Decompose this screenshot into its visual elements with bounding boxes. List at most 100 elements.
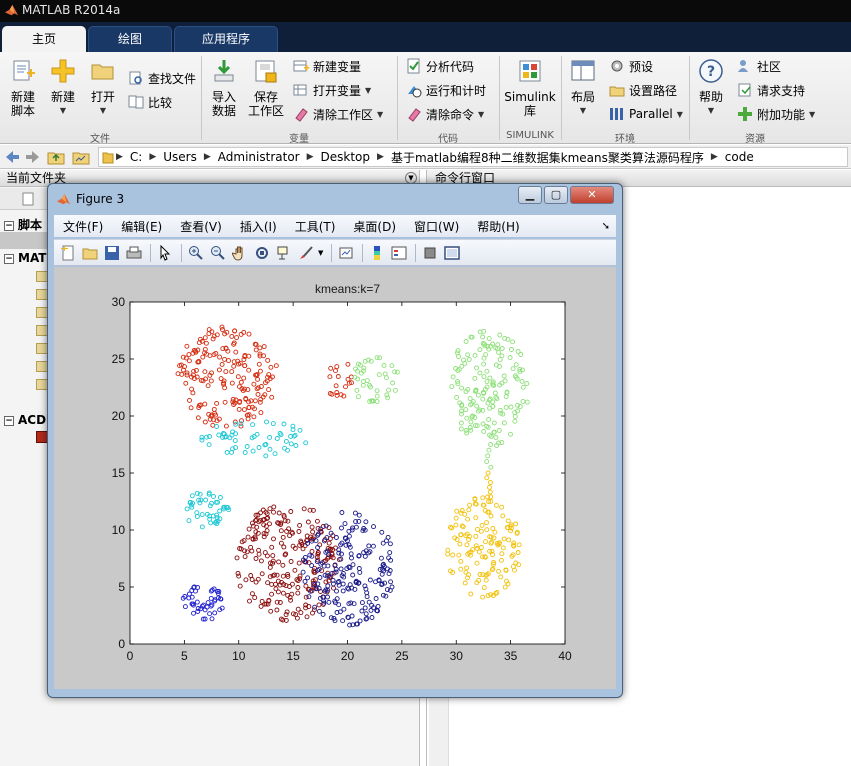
chevron-down-icon[interactable]: ▼ [318, 249, 323, 257]
tab-apps[interactable]: 应用程序 [174, 26, 278, 52]
breadcrumb-drive[interactable]: C: [125, 150, 147, 164]
help-icon: ? [699, 59, 723, 83]
tree-node-mat-label: MAT [18, 251, 47, 265]
brush-icon[interactable] [296, 243, 316, 263]
breadcrumb-administrator[interactable]: Administrator [213, 150, 305, 164]
import-data-button[interactable]: 导入 数据 [206, 58, 242, 118]
new-plus-icon [51, 59, 75, 83]
colorbar-icon[interactable] [367, 243, 387, 263]
show-plot-tools-icon[interactable] [442, 243, 462, 263]
group-label-resources: 资源 [745, 134, 765, 145]
save-label-2: 工作区 [247, 104, 284, 118]
group-label-variable: 变量 [289, 134, 309, 145]
open-file-icon[interactable] [80, 243, 100, 263]
pan-icon[interactable] [230, 243, 250, 263]
tree-node-acd-label: ACD [18, 413, 47, 427]
collapse-toggle-icon[interactable]: − [4, 415, 14, 426]
preferences-button[interactable]: 预设 [609, 56, 653, 76]
maximize-button[interactable]: ▢ [544, 186, 568, 204]
print-icon[interactable] [124, 243, 144, 263]
simulink-label-2: 库 [523, 104, 536, 118]
parallel-button[interactable]: Parallel ▼ [609, 104, 683, 124]
forward-arrow-icon[interactable] [24, 148, 42, 166]
up-folder-icon[interactable] [47, 148, 65, 166]
hide-plot-tools-icon[interactable] [420, 243, 440, 263]
dock-arrow-icon[interactable]: ➘ [602, 221, 610, 232]
folder-icon [102, 152, 114, 164]
save-icon[interactable] [102, 243, 122, 263]
clear-workspace-button[interactable]: 清除工作区 ▼ [293, 104, 383, 124]
rotate-icon[interactable] [252, 243, 272, 263]
run-and-time-icon [408, 86, 422, 98]
menu-view[interactable]: 查看(V) [171, 218, 231, 235]
window-title: MATLAB R2014a [22, 3, 121, 17]
address-bar: ▶ C: ▶ Users ▶ Administrator ▶ Desktop ▶… [0, 145, 851, 169]
help-button[interactable]: ? 帮助 ▼ [694, 58, 728, 118]
tab-home[interactable]: 主页 [2, 26, 86, 52]
group-divider [561, 56, 562, 140]
collapse-toggle-icon[interactable]: − [4, 253, 14, 264]
menu-tools[interactable]: 工具(T) [286, 218, 345, 235]
addons-button[interactable]: 附加功能 ▼ [737, 104, 815, 124]
clear-commands-button[interactable]: 清除命令 ▼ [406, 104, 484, 124]
path-separator-icon: ▶ [149, 152, 157, 162]
open-folder-icon [91, 64, 114, 80]
layout-button[interactable]: 布局 ▼ [565, 58, 601, 118]
zoom-out-icon[interactable] [208, 243, 228, 263]
tree-node-mat[interactable]: − MAT [0, 251, 46, 265]
browse-folder-icon[interactable] [72, 148, 90, 166]
figure-canvas: 0 5 10 15 20 25 30 35 40 0 5 10 15 20 25 30 kmeans:k=7 [54, 267, 616, 689]
select-arrow-icon[interactable] [155, 243, 175, 263]
open-variable-button[interactable]: 打开变量 ▼ [293, 80, 371, 100]
compare-button[interactable]: 比较 [128, 92, 172, 112]
community-button[interactable]: 社区 [737, 56, 781, 76]
new-figure-icon[interactable] [58, 243, 78, 263]
back-arrow-icon[interactable] [3, 148, 21, 166]
save-workspace-button[interactable]: 保存 工作区 [246, 58, 286, 118]
figure-window[interactable]: Figure 3 ▁ ▢ ✕ 文件(F) 编辑(E) 查看(V) 插入(I) 工… [47, 183, 623, 698]
tree-node-scripts[interactable]: − 脚本 [0, 216, 42, 233]
help-label: 帮助 [698, 90, 723, 104]
chevron-down-icon: ▼ [99, 106, 107, 115]
new-script-button[interactable]: 新建 脚本 [4, 58, 42, 118]
tree-node-acd[interactable]: − ACD [0, 413, 46, 427]
new-button[interactable]: 新建 ▼ [46, 58, 80, 118]
menu-help[interactable]: 帮助(H) [468, 218, 528, 235]
run-and-time-button[interactable]: 运行和计时 [406, 80, 486, 100]
data-cursor-icon[interactable] [274, 243, 294, 263]
collapse-toggle-icon[interactable]: − [4, 220, 14, 231]
menu-insert[interactable]: 插入(I) [231, 218, 286, 235]
new-variable-button[interactable]: 新建变量 [293, 56, 361, 76]
analyze-code-button[interactable]: 分析代码 [406, 56, 474, 76]
minimize-button[interactable]: ▁ [518, 186, 542, 204]
menu-edit[interactable]: 编辑(E) [112, 218, 171, 235]
request-support-button[interactable]: 请求支持 [737, 80, 805, 100]
breadcrumb-desktop[interactable]: Desktop [316, 150, 376, 164]
x-tick-label: 20 [341, 649, 355, 663]
link-plot-icon[interactable] [336, 243, 356, 263]
menu-window[interactable]: 窗口(W) [405, 218, 468, 235]
simulink-library-button[interactable]: Simulink 库 [503, 58, 557, 118]
zoom-in-icon[interactable] [186, 243, 206, 263]
clear-workspace-icon [295, 108, 308, 122]
tab-plots[interactable]: 绘图 [88, 26, 172, 52]
new-script-icon [13, 60, 35, 81]
toolbar-divider [362, 243, 364, 262]
toolbar-divider [415, 243, 417, 262]
breadcrumb-code[interactable]: code [720, 150, 759, 164]
new-script-label-1: 新建 [10, 90, 35, 104]
legend-icon[interactable] [389, 243, 409, 263]
chevron-down-icon: ▼ [579, 106, 587, 115]
clear-commands-icon [408, 108, 421, 122]
breadcrumb-project-folder[interactable]: 基于matlab编程8种二维数据集kmeans聚类算法源码程序 [386, 149, 709, 166]
x-tick-label: 30 [450, 649, 464, 663]
menu-file[interactable]: 文件(F) [54, 218, 112, 235]
set-path-button[interactable]: 设置路径 [609, 80, 677, 100]
address-path[interactable]: ▶ C: ▶ Users ▶ Administrator ▶ Desktop ▶… [98, 147, 848, 167]
open-button[interactable]: 打开 ▼ [86, 58, 120, 118]
breadcrumb-users[interactable]: Users [158, 150, 202, 164]
x-tick-label: 15 [286, 649, 300, 663]
menu-desktop[interactable]: 桌面(D) [344, 218, 405, 235]
find-files-button[interactable]: 查找文件 [128, 68, 196, 88]
close-button[interactable]: ✕ [570, 186, 614, 204]
